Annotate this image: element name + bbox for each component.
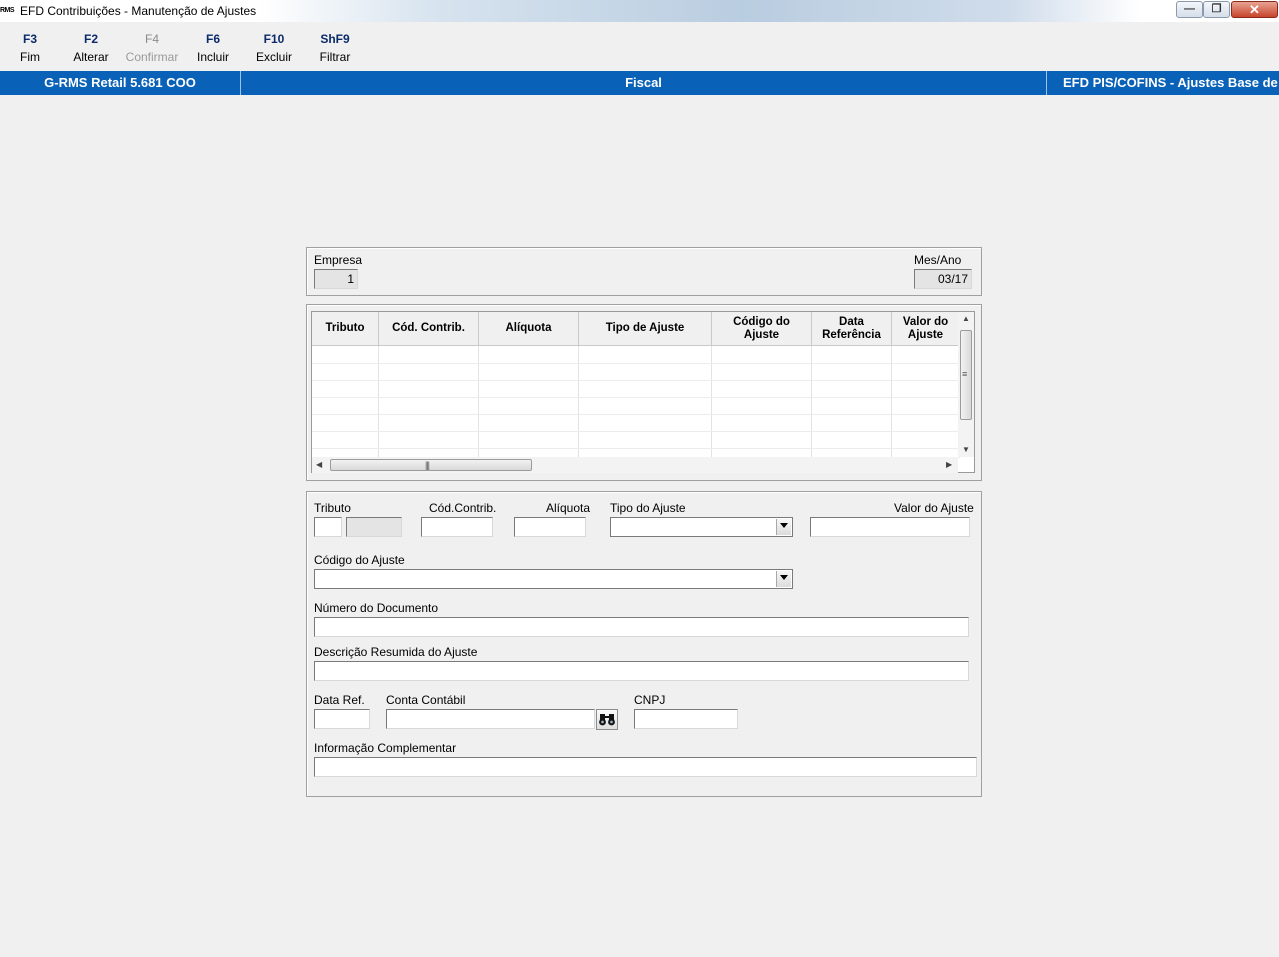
toolbar-label: Filtrar <box>319 50 351 64</box>
info-complementar-label: Informação Complementar <box>314 741 457 755</box>
scroll-right-icon[interactable]: ▶ <box>946 460 952 469</box>
cnpj-label: CNPJ <box>634 693 666 707</box>
toolbar-label: Alterar <box>73 50 109 64</box>
cod-contrib-input[interactable] <box>421 517 493 537</box>
numero-documento-input[interactable] <box>314 617 969 637</box>
restore-icon: ❐ <box>1211 3 1222 15</box>
aliquota-input[interactable] <box>514 517 586 537</box>
header-module: Fiscal <box>625 75 662 90</box>
column-header-tipo-ajuste[interactable]: Tipo de Ajuste <box>579 312 712 346</box>
grid-row-line <box>312 431 960 432</box>
toolbar-label: Fim <box>20 50 40 64</box>
empresa-value: 1 <box>347 272 354 286</box>
descricao-label: Descrição Resumida do Ajuste <box>314 645 478 659</box>
cnpj-input[interactable] <box>634 709 738 729</box>
scroll-left-icon[interactable]: ◀ <box>316 460 322 469</box>
header-app-name: G-RMS Retail 5.681 COO <box>44 75 196 90</box>
header-bar: G-RMS Retail 5.681 COO Fiscal EFD PIS/CO… <box>0 71 1279 95</box>
horizontal-scroll-thumb[interactable]: ||| <box>330 459 532 471</box>
grid-horizontal-scrollbar[interactable]: ◀ ||| ▶ <box>312 457 958 473</box>
mes-ano-field[interactable]: 03/17 <box>914 269 972 289</box>
grid-row-line <box>312 380 960 381</box>
chevron-down-icon <box>780 523 788 528</box>
close-button[interactable]: ✕ <box>1231 1 1278 18</box>
header-divider <box>1046 71 1047 95</box>
toolbar-confirmar-button[interactable]: F4 Confirmar <box>122 32 182 64</box>
toolbar-key: F10 <box>263 32 285 46</box>
grid-row-line <box>312 414 960 415</box>
column-header-cod-contrib[interactable]: Cód. Contrib. <box>379 312 479 346</box>
codigo-ajuste-label: Código do Ajuste <box>314 553 405 567</box>
ajustes-grid[interactable]: Tributo Cód. Contrib. Alíquota Tipo de A… <box>311 311 975 473</box>
toolbar-alterar-button[interactable]: F2 Alterar <box>61 32 121 64</box>
filter-panel <box>306 247 982 296</box>
codigo-ajuste-select[interactable] <box>314 569 793 589</box>
restore-button[interactable]: ❐ <box>1203 1 1230 18</box>
close-icon: ✕ <box>1249 2 1260 17</box>
toolbar-key: F4 <box>144 32 159 46</box>
info-complementar-input[interactable] <box>314 757 977 777</box>
descricao-input[interactable] <box>314 661 969 681</box>
minimize-icon: — <box>1184 3 1195 15</box>
toolbar-label: Incluir <box>196 50 229 64</box>
toolbar-key: F3 <box>22 32 37 46</box>
title-bar: RMS EFD Contribuições - Manutenção de Aj… <box>0 0 1279 22</box>
binoculars-icon <box>599 714 615 726</box>
grip-icon: ≡ <box>962 369 967 379</box>
toolbar-label: Excluir <box>255 50 292 64</box>
column-header-aliquota[interactable]: Alíquota <box>479 312 579 346</box>
toolbar-key: F2 <box>83 32 98 46</box>
cod-contrib-label: Cód.Contrib. <box>429 501 497 515</box>
app-logo-icon: RMS <box>0 7 15 14</box>
empresa-field[interactable]: 1 <box>314 269 358 289</box>
column-header-data-referencia[interactable]: Data Referência <box>812 312 892 346</box>
grid-row-line <box>312 397 960 398</box>
search-conta-button[interactable] <box>596 709 618 730</box>
mes-ano-label: Mes/Ano <box>914 253 962 267</box>
numero-documento-label: Número do Documento <box>314 601 439 615</box>
empresa-label: Empresa <box>314 253 363 267</box>
data-ref-input[interactable] <box>314 709 370 729</box>
toolbar-label: Confirmar <box>125 50 179 64</box>
tributo-input[interactable] <box>314 517 342 537</box>
grid-row-line <box>312 448 960 449</box>
toolbar-fim-button[interactable]: F3 Fim <box>0 32 60 64</box>
dropdown-button[interactable] <box>776 519 791 535</box>
window-title: EFD Contribuições - Manutenção de Ajuste… <box>20 4 257 18</box>
valor-ajuste-label: Valor do Ajuste <box>894 501 974 515</box>
scroll-up-icon[interactable]: ▲ <box>962 314 970 323</box>
toolbar-key: ShF9 <box>320 32 350 46</box>
data-ref-label: Data Ref. <box>314 693 365 707</box>
column-header-valor-ajuste[interactable]: Valor do Ajuste <box>892 312 960 346</box>
column-header-codigo-ajuste[interactable]: Código do Ajuste <box>712 312 812 346</box>
tributo-description-field <box>346 517 402 537</box>
grid-row-line <box>312 363 960 364</box>
column-header-tributo[interactable]: Tributo <box>312 312 379 346</box>
conta-contabil-label: Conta Contábil <box>386 693 466 707</box>
toolbar-key: F6 <box>205 32 220 46</box>
dropdown-button[interactable] <box>776 571 791 587</box>
chevron-down-icon <box>780 575 788 580</box>
tributo-label: Tributo <box>314 501 351 515</box>
toolbar-excluir-button[interactable]: F10 Excluir <box>244 32 304 64</box>
title-bar-background <box>260 0 1140 22</box>
minimize-button[interactable]: — <box>1176 1 1203 18</box>
mes-ano-value: 03/17 <box>937 272 968 286</box>
aliquota-label: Alíquota <box>546 501 591 515</box>
grid-vertical-scrollbar[interactable]: ▲ ≡ ▼ <box>958 312 974 457</box>
header-screen-title: EFD PIS/COFINS - Ajustes Base de <box>1063 75 1278 90</box>
tipo-ajuste-select[interactable] <box>610 517 793 537</box>
grip-icon: ||| <box>425 460 430 470</box>
toolbar-incluir-button[interactable]: F6 Incluir <box>183 32 243 64</box>
toolbar-filtrar-button[interactable]: ShF9 Filtrar <box>305 32 365 64</box>
conta-contabil-input[interactable] <box>386 709 595 729</box>
vertical-scroll-thumb[interactable]: ≡ <box>960 330 972 420</box>
valor-ajuste-input[interactable] <box>810 517 970 537</box>
scroll-down-icon[interactable]: ▼ <box>962 445 970 454</box>
tipo-ajuste-label: Tipo do Ajuste <box>610 501 686 515</box>
